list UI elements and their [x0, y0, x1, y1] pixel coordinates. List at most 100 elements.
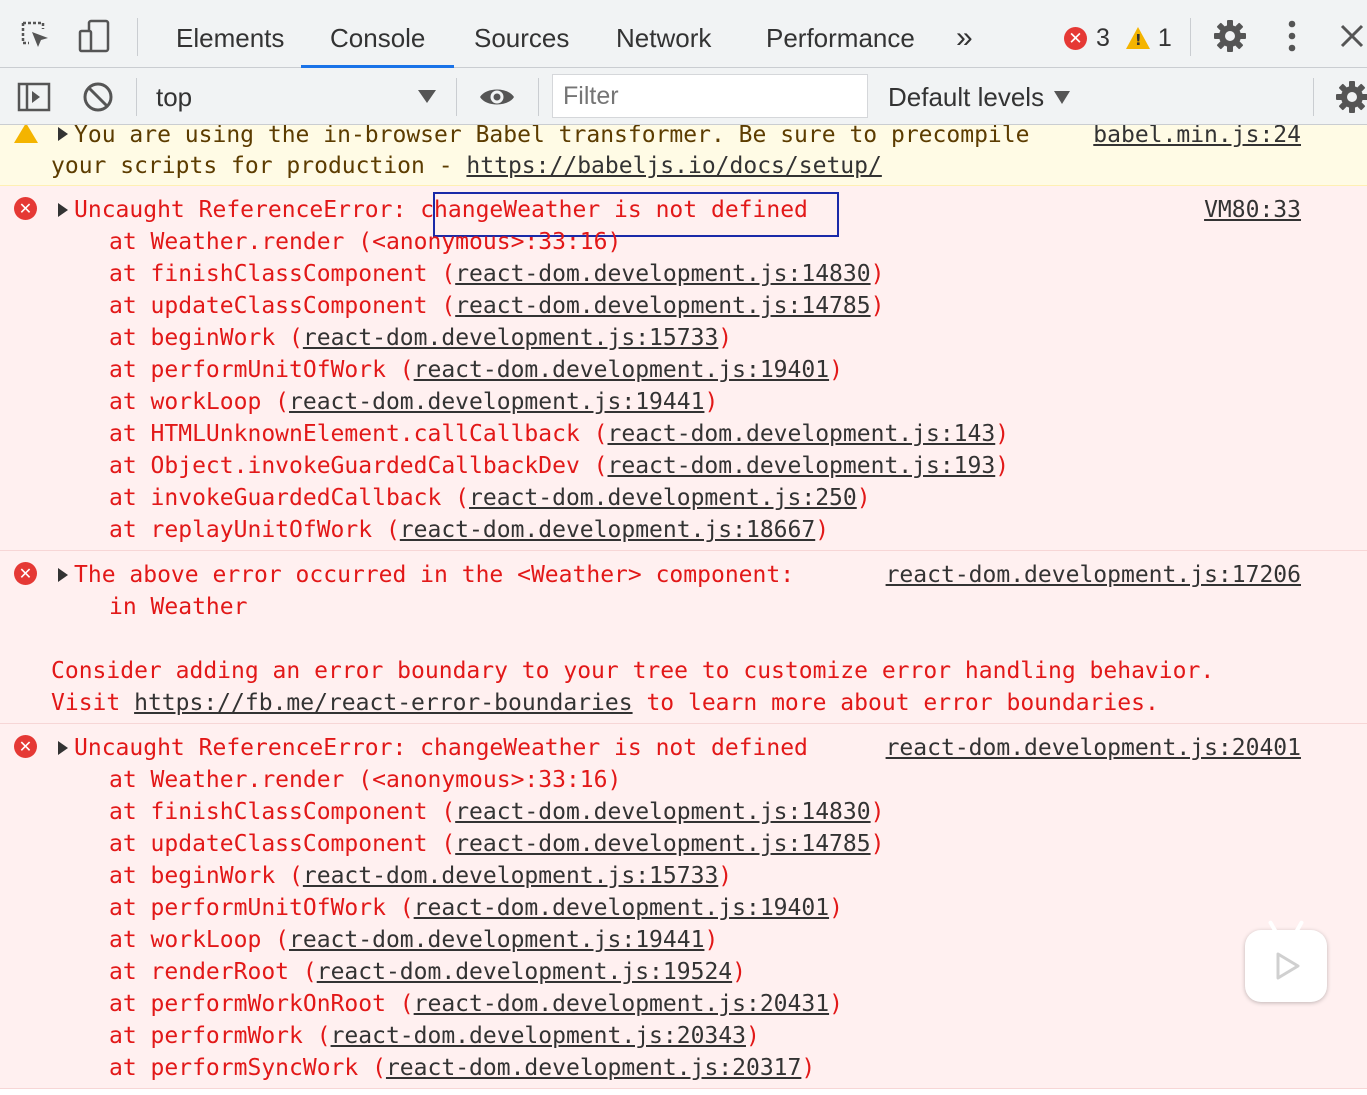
- stack-frame-link[interactable]: react-dom.development.js:19401: [414, 895, 829, 921]
- stack-frame-text: at renderRoot (: [109, 959, 317, 985]
- error2-line3: Consider adding an error boundary to you…: [51, 658, 1215, 684]
- stack-frame-suffix: ): [829, 357, 843, 383]
- stack-frame-text: at beginWork (: [109, 325, 303, 351]
- live-expression-icon[interactable]: [476, 78, 518, 116]
- error-icon: ✕: [14, 197, 37, 220]
- context-dropdown-arrow-icon[interactable]: [418, 90, 436, 103]
- stack-frame-suffix: ): [870, 261, 885, 287]
- filter-input[interactable]: [552, 74, 868, 118]
- error-icon: ✕: [14, 735, 37, 758]
- stack-frame-text: at Object.invokeGuardedCallbackDev (: [109, 453, 608, 479]
- warning-count: 1: [1157, 23, 1172, 52]
- warning-icon: [14, 125, 38, 143]
- devtools-tab-bar: Elements Console Sources Network Perform…: [0, 0, 1367, 68]
- stack-frame: at HTMLUnknownElement.callCallback (reac…: [109, 418, 1009, 450]
- error2-line4-suffix: to learn more about error boundaries.: [632, 690, 1159, 716]
- warning-text-line1: You are using the in-browser Babel trans…: [74, 125, 1030, 148]
- device-toolbar-icon[interactable]: [74, 16, 114, 56]
- stack-frame-suffix: ): [995, 421, 1010, 447]
- stack-frame: at Weather.render (<anonymous>:33:16): [109, 226, 621, 258]
- error-source-link[interactable]: VM80:33: [1204, 194, 1301, 226]
- error-source-link[interactable]: react-dom.development.js:17206: [886, 559, 1301, 591]
- tab-console[interactable]: Console: [300, 0, 455, 68]
- stack-frame: at performWorkOnRoot (react-dom.developm…: [109, 988, 843, 1020]
- stack-frame-link[interactable]: react-dom.development.js:14830: [455, 799, 870, 825]
- stack-frame: at beginWork (react-dom.development.js:1…: [109, 860, 732, 892]
- stack-frame: at invokeGuardedCallback (react-dom.deve…: [109, 482, 871, 514]
- stack-frame-link[interactable]: react-dom.development.js:15733: [303, 863, 718, 889]
- warning-source-link[interactable]: babel.min.js:24: [1093, 125, 1301, 151]
- stack-frame: at performWork (react-dom.development.js…: [109, 1020, 760, 1052]
- expand-triangle-icon[interactable]: [58, 568, 68, 582]
- stack-frame-link[interactable]: react-dom.development.js:19441: [289, 389, 704, 415]
- stack-frame: at Object.invokeGuardedCallbackDev (reac…: [109, 450, 1009, 482]
- kebab-menu-icon[interactable]: [1272, 16, 1312, 56]
- stack-frame-link[interactable]: react-dom.development.js:14830: [455, 261, 870, 287]
- stack-frame-link[interactable]: react-dom.development.js:14785: [455, 831, 870, 857]
- tab-elements[interactable]: Elements: [172, 0, 288, 68]
- stack-frame-text: at updateClassComponent (: [109, 293, 456, 319]
- stack-frame-suffix: ): [829, 991, 843, 1017]
- stack-frame-link[interactable]: react-dom.development.js:15733: [303, 325, 718, 351]
- stack-frame-link[interactable]: react-dom.development.js:18667: [400, 517, 815, 543]
- expand-triangle-icon[interactable]: [58, 203, 68, 217]
- error-boundaries-link[interactable]: https://fb.me/react-error-boundaries: [134, 690, 633, 716]
- stack-frame-link[interactable]: react-dom.development.js:19441: [289, 927, 704, 953]
- tab-sources[interactable]: Sources: [470, 0, 573, 68]
- stack-frame-link[interactable]: react-dom.development.js:20431: [414, 991, 829, 1017]
- issue-counts[interactable]: ✕ 3 1: [1064, 20, 1172, 56]
- stack-frame-text: at performSyncWork (: [109, 1055, 386, 1081]
- console-error-message: ✕ Uncaught ReferenceError: changeWeather…: [0, 186, 1367, 551]
- console-messages: You are using the in-browser Babel trans…: [0, 125, 1367, 1095]
- gear-icon[interactable]: [1210, 16, 1250, 56]
- error2-line4: Visit https://fb.me/react-error-boundari…: [51, 687, 1159, 719]
- stack-frame-link[interactable]: react-dom.development.js:20343: [331, 1023, 746, 1049]
- stack-frame: at updateClassComponent (react-dom.devel…: [109, 290, 884, 322]
- context-selector[interactable]: top: [156, 68, 192, 125]
- stack-frame: at finishClassComponent (react-dom.devel…: [109, 796, 884, 828]
- video-play-overlay[interactable]: [1245, 930, 1327, 1002]
- console-settings-gear-icon[interactable]: [1334, 78, 1367, 116]
- clear-console-icon[interactable]: [78, 78, 118, 116]
- error-prefix: Uncaught ReferenceError:: [74, 197, 421, 223]
- log-levels-dropdown[interactable]: Default levels: [888, 68, 1071, 125]
- stack-frame-text: at performUnitOfWork (: [109, 895, 414, 921]
- stack-frame: at replayUnitOfWork (react-dom.developme…: [109, 514, 829, 546]
- more-tabs-button[interactable]: »: [952, 0, 977, 68]
- console-error-message: ✕ The above error occurred in the <Weath…: [0, 551, 1367, 724]
- log-levels-label: Default levels: [888, 82, 1045, 112]
- sidebar-toggle-icon[interactable]: [14, 78, 54, 116]
- stack-frame-suffix: ): [870, 799, 885, 825]
- stack-frame-text: at invokeGuardedCallback (: [109, 485, 470, 511]
- error-count: 3: [1096, 23, 1110, 52]
- console-warning-message: You are using the in-browser Babel trans…: [0, 125, 1367, 186]
- stack-frame-text: at finishClassComponent (: [109, 799, 456, 825]
- stack-frame-link[interactable]: react-dom.development.js:250: [469, 485, 857, 511]
- stack-frame-suffix: ): [801, 1055, 816, 1081]
- stack-frame-suffix: ): [856, 485, 871, 511]
- stack-frame-link[interactable]: react-dom.development.js:143: [608, 421, 996, 447]
- stack-frame-text: at performWorkOnRoot (: [109, 991, 414, 1017]
- stack-frame-text: at replayUnitOfWork (: [109, 517, 400, 543]
- babel-docs-link[interactable]: https://babeljs.io/docs/setup/: [466, 153, 881, 179]
- stack-frame-text: at Weather.render (<anonymous>:33:16): [109, 767, 622, 793]
- levels-dropdown-arrow-icon: [1054, 91, 1071, 104]
- stack-frame: at workLoop (react-dom.development.js:19…: [109, 924, 718, 956]
- stack-frame-suffix: ): [870, 293, 885, 319]
- error-source-link[interactable]: react-dom.development.js:20401: [886, 732, 1301, 764]
- stack-frame: at performUnitOfWork (react-dom.developm…: [109, 892, 843, 924]
- expand-triangle-icon[interactable]: [58, 741, 68, 755]
- expand-triangle-icon[interactable]: [58, 127, 68, 141]
- stack-frame-link[interactable]: react-dom.development.js:14785: [455, 293, 870, 319]
- stack-frame-link[interactable]: react-dom.development.js:193: [608, 453, 996, 479]
- close-icon[interactable]: [1332, 16, 1367, 56]
- stack-frame-link[interactable]: react-dom.development.js:19401: [414, 357, 829, 383]
- tab-performance[interactable]: Performance: [762, 0, 919, 68]
- stack-frame-suffix: ): [829, 895, 843, 921]
- inspect-element-icon[interactable]: [16, 16, 56, 56]
- stack-frame-link[interactable]: react-dom.development.js:19524: [317, 959, 732, 985]
- stack-frame: at workLoop (react-dom.development.js:19…: [109, 386, 718, 418]
- stack-frame-link[interactable]: react-dom.development.js:20317: [386, 1055, 801, 1081]
- tab-network[interactable]: Network: [612, 0, 715, 68]
- stack-frame-text: at performWork (: [109, 1023, 331, 1049]
